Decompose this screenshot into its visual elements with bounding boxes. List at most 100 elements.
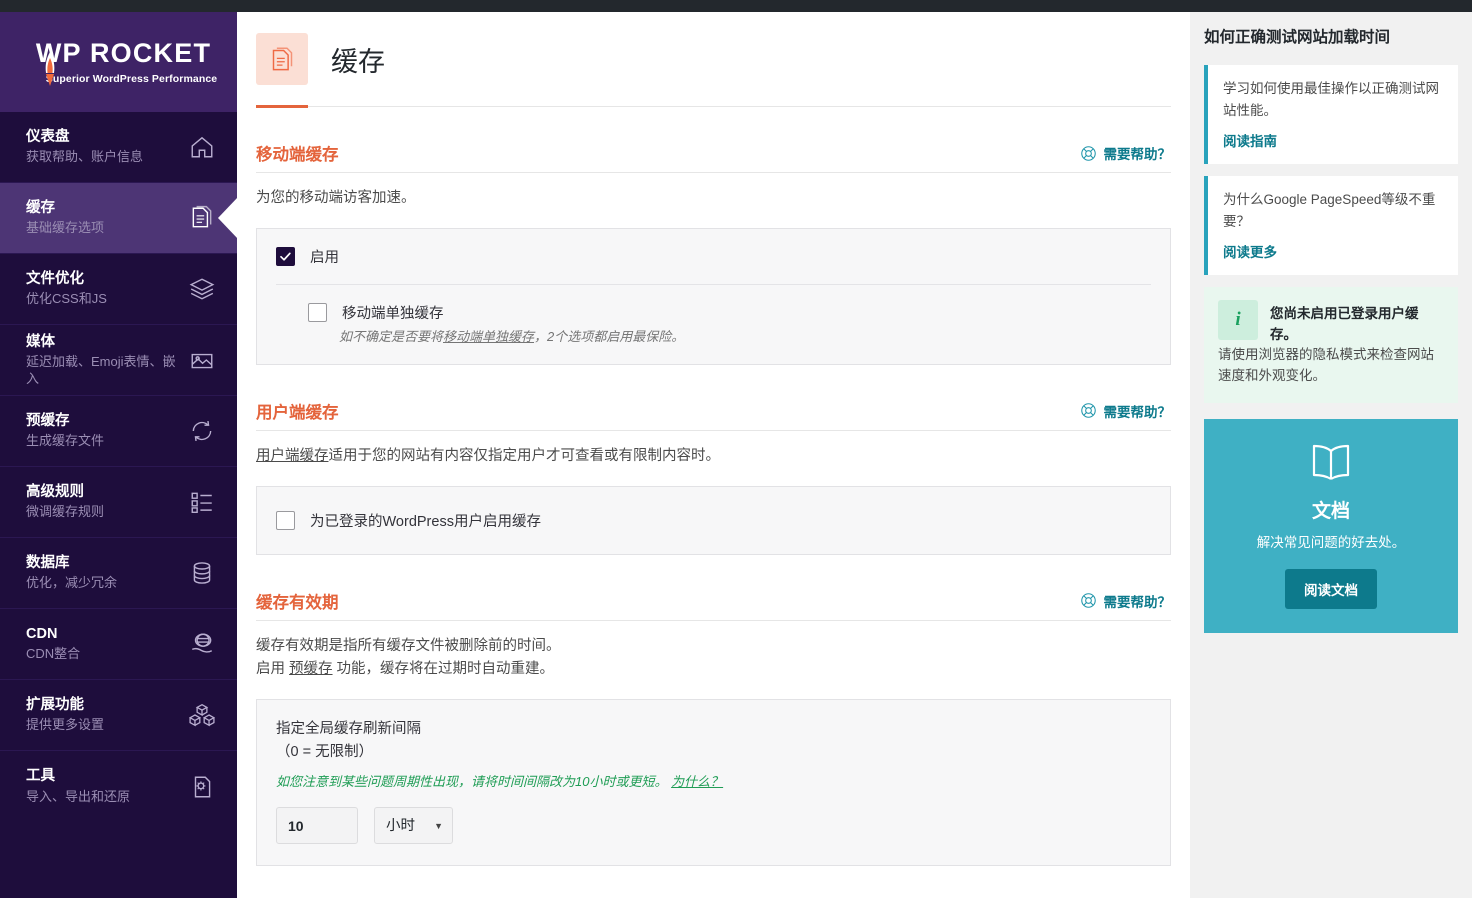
cache-lifetime-unit-wrap: 小时 ▼ bbox=[374, 807, 453, 844]
active-item-arrow bbox=[218, 197, 238, 239]
sidebar-item-sub: 生成缓存文件 bbox=[26, 433, 187, 450]
section-description: 缓存有效期是指所有缓存文件被删除前的时间。 启用 预缓存 功能，缓存将在过期时自… bbox=[256, 621, 1171, 681]
mobile-separate-note: 如不确定是否要将移动端单独缓存，2个选项都启用最保险。 bbox=[257, 327, 1170, 364]
sidebar-item-sub: 优化，减少冗余 bbox=[26, 575, 187, 592]
sidebar-item-sub: CDN整合 bbox=[26, 646, 187, 663]
desc-line2-pre: 启用 bbox=[256, 661, 289, 677]
sidebar-item-title: 高级规则 bbox=[26, 483, 187, 501]
mobile-separate-label: 移动端单独缓存 bbox=[342, 302, 444, 323]
lifebuoy-icon bbox=[1080, 592, 1097, 609]
wp-rocket-settings-page: WP ROCKET Superior WordPress Performance… bbox=[0, 0, 1472, 898]
image-icon bbox=[187, 345, 217, 375]
rocket-icon bbox=[42, 52, 58, 86]
note-suffix: ，2个选项都启用最保险。 bbox=[534, 329, 684, 344]
database-icon bbox=[187, 558, 217, 588]
sidebar-menu: 仪表盘 获取帮助、账户信息 缓存 基础缓存选项 bbox=[0, 112, 237, 822]
lifebuoy-icon bbox=[1080, 402, 1097, 419]
note-underlined: 移动端单独缓存 bbox=[443, 329, 534, 344]
preload-link[interactable]: 预缓存 bbox=[289, 661, 333, 677]
sidebar-item-title: 仪表盘 bbox=[26, 128, 187, 146]
user-cache-desc-rest: 适用于您的网站有内容仅指定用户才可查看或有限制内容时。 bbox=[329, 448, 721, 464]
read-documentation-button[interactable]: 阅读文档 bbox=[1285, 569, 1377, 609]
lifebuoy-icon bbox=[1080, 145, 1097, 162]
brand-tagline: Superior WordPress Performance bbox=[46, 73, 217, 85]
sidebar-item-title: 扩展功能 bbox=[26, 696, 187, 714]
sidebar-item-cache[interactable]: 缓存 基础缓存选项 bbox=[0, 183, 237, 254]
sidebar-item-sub: 优化CSS和JS bbox=[26, 291, 187, 308]
tip-card-text: 学习如何使用最佳操作以正确测试网站性能。 bbox=[1223, 78, 1443, 121]
help-link-mobile-cache[interactable]: 需要帮助？ bbox=[1080, 143, 1172, 165]
brand-wordmark: WP ROCKET bbox=[36, 40, 211, 67]
sidebar-item-sub: 提供更多设置 bbox=[26, 717, 187, 734]
sidebar-item-tools[interactable]: 工具 导入、导出和还原 bbox=[0, 751, 237, 822]
layers-icon bbox=[187, 274, 217, 304]
user-enable-row: 为已登录的WordPress用户启用缓存 bbox=[257, 487, 1170, 554]
section-header: 用户端缓存 需要帮助？ bbox=[256, 399, 1171, 431]
lifetime-desc-line2: 启用 预缓存 功能，缓存将在过期时自动重建。 bbox=[256, 658, 1171, 681]
sidebar-item-file-optimization[interactable]: 文件优化 优化CSS和JS bbox=[0, 254, 237, 325]
user-cache-panel: 为已登录的WordPress用户启用缓存 bbox=[256, 486, 1171, 555]
tip-card-link[interactable]: 阅读更多 bbox=[1223, 241, 1277, 261]
page-title: 缓存 bbox=[331, 40, 385, 79]
list-icon bbox=[187, 487, 217, 517]
help-link-user-cache[interactable]: 需要帮助？ bbox=[1080, 401, 1172, 423]
sidebar-item-addons[interactable]: 扩展功能 提供更多设置 bbox=[0, 680, 237, 751]
sidebar-item-dashboard[interactable]: 仪表盘 获取帮助、账户信息 bbox=[0, 112, 237, 183]
mobile-cache-panel: 启用 移动端单独缓存 如不确定是否要将移动端单独缓存，2个选项都启用最保险。 bbox=[256, 228, 1171, 365]
mobile-enable-checkbox[interactable] bbox=[276, 247, 295, 266]
user-cache-desc-link[interactable]: 用户端缓存 bbox=[256, 448, 329, 464]
user-cache-notice: i 您尚未启用已登录用户缓存。 请使用浏览器的隐私模式来检查网站速度和外观变化。 bbox=[1204, 287, 1458, 402]
sidebar-item-database[interactable]: 数据库 优化，减少冗余 bbox=[0, 538, 237, 609]
section-mobile-cache: 移动端缓存 需要帮助？ 为您的移动端访客加速。 bbox=[256, 107, 1171, 365]
file-gear-icon bbox=[187, 772, 217, 802]
wp-admin-bar bbox=[0, 0, 1472, 12]
section-cache-lifetime: 缓存有效期 需要帮助？ 缓存有效期是指所有缓存文件被删除前的时 bbox=[256, 555, 1171, 867]
sidebar-item-title: 预缓存 bbox=[26, 412, 187, 430]
sidebar-item-title: 缓存 bbox=[26, 199, 187, 217]
note-prefix: 如不确定是否要将 bbox=[339, 329, 443, 344]
cache-lifetime-unit-select[interactable]: 小时 bbox=[374, 807, 453, 844]
mobile-separate-row: 移动端单独缓存 bbox=[257, 285, 1170, 327]
globe-hand-icon bbox=[187, 629, 217, 659]
sidebar-item-title: 数据库 bbox=[26, 554, 187, 572]
sidebar-item-preload[interactable]: 预缓存 生成缓存文件 bbox=[0, 396, 237, 467]
section-header: 缓存有效期 需要帮助？ bbox=[256, 589, 1171, 621]
sidebar-item-media[interactable]: 媒体 延迟加载、Emoji表情、嵌入 bbox=[0, 325, 237, 396]
user-enable-checkbox[interactable] bbox=[276, 511, 295, 530]
section-title: 缓存有效期 bbox=[256, 589, 339, 613]
document-icon bbox=[256, 33, 308, 85]
sidebar-item-sub: 微调缓存规则 bbox=[26, 504, 187, 521]
home-icon bbox=[187, 132, 217, 162]
help-link-cache-lifetime[interactable]: 需要帮助？ bbox=[1080, 591, 1172, 613]
sidebar-item-sub: 延迟加载、Emoji表情、嵌入 bbox=[26, 354, 187, 388]
mobile-separate-checkbox[interactable] bbox=[308, 303, 327, 322]
tip-card-text: 为什么Google PageSpeed等级不重要？ bbox=[1223, 189, 1443, 232]
sidebar-item-advanced-rules[interactable]: 高级规则 微调缓存规则 bbox=[0, 467, 237, 538]
notice-body-text: 请使用浏览器的隐私模式来检查网站速度和外观变化。 bbox=[1218, 345, 1444, 387]
documentation-card: 文档 解决常见问题的好去处。 阅读文档 bbox=[1204, 419, 1458, 633]
section-header: 移动端缓存 需要帮助？ bbox=[256, 141, 1171, 173]
sidebar-item-title: 媒体 bbox=[26, 333, 187, 351]
mobile-enable-label: 启用 bbox=[310, 246, 339, 267]
cache-lifetime-input[interactable] bbox=[276, 807, 358, 844]
sidebar-item-sub: 导入、导出和还原 bbox=[26, 789, 187, 806]
lifetime-field-row: 小时 ▼ bbox=[276, 807, 1151, 844]
lifetime-field-note: 如您注意到某些问题周期性出现，请将时间间隔改为10小时或更短。 为什么？ bbox=[276, 773, 1151, 791]
lifetime-note-link[interactable]: 为什么？ bbox=[671, 774, 723, 789]
tip-card-guide: 学习如何使用最佳操作以正确测试网站性能。 阅读指南 bbox=[1204, 65, 1458, 164]
document-icon bbox=[187, 203, 217, 233]
lifetime-field-label: 指定全局缓存刷新间隔 （0 = 无限制） bbox=[276, 718, 1151, 763]
left-sidebar: WP ROCKET Superior WordPress Performance… bbox=[0, 12, 237, 898]
settings-content: 移动端缓存 需要帮助？ 为您的移动端访客加速。 bbox=[237, 107, 1190, 898]
sidebar-item-title: 文件优化 bbox=[26, 270, 187, 288]
sidebar-item-sub: 基础缓存选项 bbox=[26, 220, 187, 237]
refresh-icon bbox=[187, 416, 217, 446]
lifetime-note-text: 如您注意到某些问题周期性出现，请将时间间隔改为10小时或更短。 bbox=[276, 774, 667, 789]
sidebar-item-cdn[interactable]: CDN CDN整合 bbox=[0, 609, 237, 680]
tip-card-link[interactable]: 阅读指南 bbox=[1223, 130, 1277, 150]
help-link-label: 需要帮助？ bbox=[1104, 143, 1172, 163]
documentation-title: 文档 bbox=[1220, 496, 1442, 523]
sidebar-item-sub: 获取帮助、账户信息 bbox=[26, 149, 187, 166]
brand-logo: WP ROCKET Superior WordPress Performance bbox=[0, 12, 237, 112]
documentation-subtitle: 解决常见问题的好去处。 bbox=[1220, 533, 1442, 553]
